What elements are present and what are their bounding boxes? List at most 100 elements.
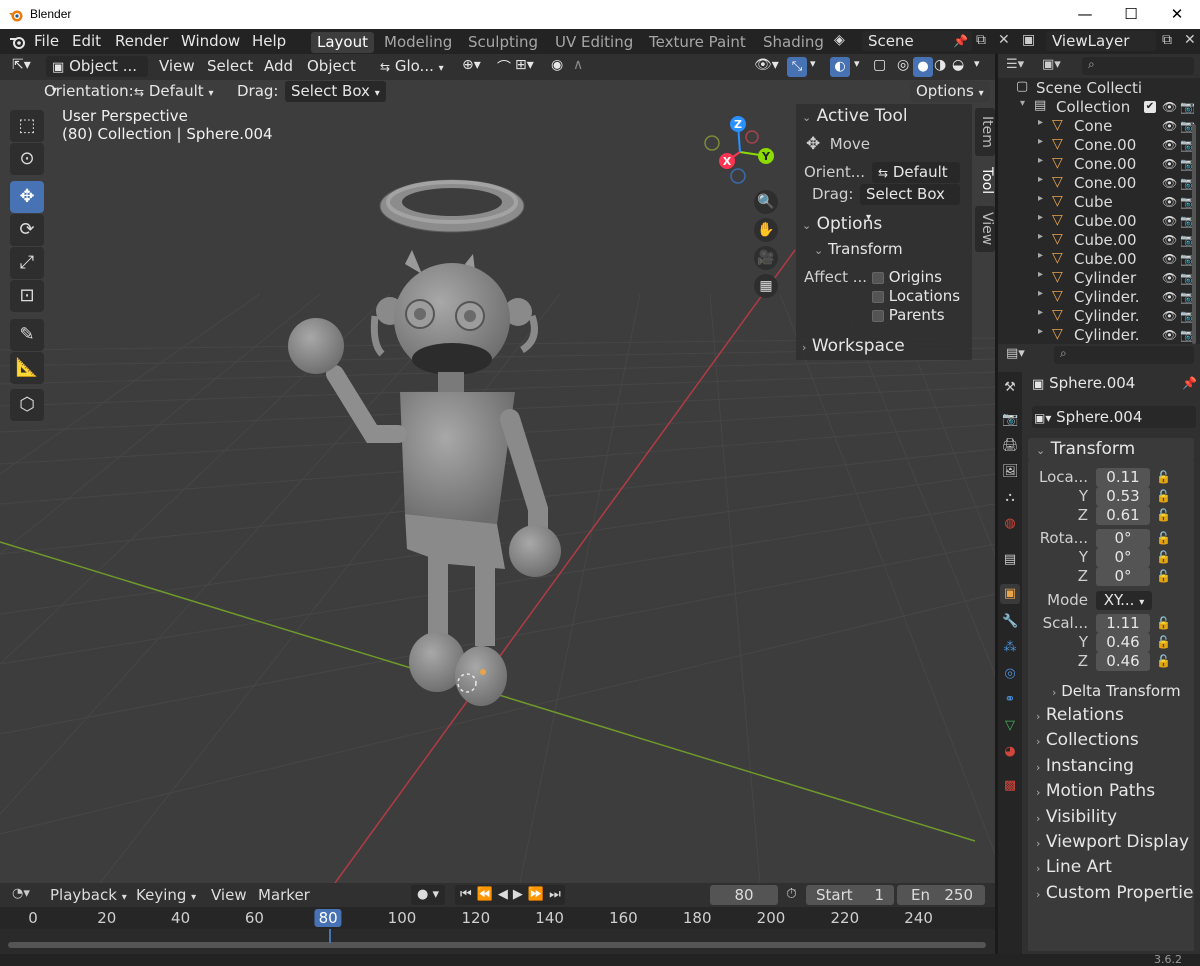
timeline-scrollbar[interactable] — [8, 942, 986, 948]
orient-dropdown[interactable]: ⇆ Default ▾ — [872, 162, 960, 202]
minimize-button[interactable]: — — [1062, 0, 1108, 29]
stopwatch-icon[interactable]: ⏱ — [786, 886, 797, 902]
timeline-menu-view[interactable]: View — [211, 886, 247, 904]
viewlayer-icon[interactable]: ▣ — [1022, 32, 1035, 48]
workspace-section-header[interactable]: › Workspace — [802, 336, 905, 356]
timeline-menu-marker[interactable]: Marker — [258, 886, 310, 904]
lock-icon[interactable]: 🔓 — [1156, 489, 1171, 503]
chevron-right-icon[interactable]: ▸ — [1038, 174, 1043, 185]
move-tool-icon[interactable]: ✥ — [10, 181, 44, 213]
blender-menu-icon[interactable] — [8, 34, 28, 50]
outliner-item[interactable]: ▸ ▽ Cylinder. 👁 📷 — [998, 326, 1200, 344]
object-data-field[interactable]: ▣▾ Sphere.004 — [1032, 406, 1196, 428]
snap-icon[interactable]: ⌒ — [497, 57, 511, 77]
scene-name-field[interactable]: Scene 📌 — [862, 31, 972, 51]
measure-tool-icon[interactable]: 📐 — [10, 352, 44, 384]
outliner-scrollbar[interactable] — [1192, 124, 1196, 344]
lock-icon[interactable]: 🔓 — [1156, 550, 1171, 564]
zoom-icon[interactable]: 🔍 — [754, 190, 778, 214]
tab-layout[interactable]: Layout — [311, 32, 374, 53]
properties-search-input[interactable]: ⌕ — [1054, 346, 1194, 364]
start-frame-field[interactable]: Start 1 — [806, 885, 894, 905]
eye-icon[interactable]: 👁 — [1162, 214, 1177, 228]
eye-icon[interactable]: 👁 — [1162, 328, 1177, 342]
outliner-item[interactable]: ▸ ▽ Cone 👁 📷 — [998, 117, 1200, 136]
next-keyframe-icon[interactable]: ⏩ — [528, 887, 549, 902]
prev-keyframe-icon[interactable]: ⏪ — [477, 887, 498, 902]
delete-scene-icon[interactable]: ✕ — [998, 32, 1010, 48]
drag-dropdown[interactable]: Select Box ▾ — [285, 81, 386, 102]
outliner-search-input[interactable]: ⌕ — [1082, 57, 1194, 75]
outliner-item[interactable]: ▸ ▽ Cylinder. 👁 📷 — [998, 288, 1200, 307]
outliner-item[interactable]: ▸ ▽ Cube.00 👁 📷 — [998, 231, 1200, 250]
jump-end-icon[interactable]: ⏭ — [549, 887, 566, 902]
eye-icon[interactable]: 👁 — [1162, 176, 1177, 190]
chevron-right-icon[interactable]: ▸ — [1038, 155, 1043, 166]
property-section-header[interactable]: › Viewport Display — [1028, 831, 1194, 854]
chevron-right-icon[interactable]: ▸ — [1038, 307, 1043, 318]
snap-target-icon[interactable]: ⊞▾ — [515, 57, 534, 73]
neg-y-axis-icon[interactable] — [704, 135, 720, 151]
chevron-right-icon[interactable]: ▸ — [1038, 212, 1043, 223]
eye-icon[interactable]: 👁 — [1162, 290, 1177, 304]
pin-icon[interactable]: 📌 — [1182, 376, 1197, 390]
scene-tab-icon[interactable]: ⛬ — [1002, 490, 1018, 506]
timeline-ruler[interactable]: 0 20 40 60 80 100 120 140 160 180 200 220 240 — [0, 907, 995, 929]
menu-file[interactable]: File — [34, 32, 59, 50]
overlay-toggle-icon[interactable]: ◐ — [830, 57, 850, 77]
outliner-item[interactable]: ▸ ▽ Cone.00 👁 📷 — [998, 136, 1200, 155]
timeline-editor-icon[interactable]: ◔▾ — [12, 886, 30, 901]
chevron-right-icon[interactable]: ▸ — [1038, 326, 1043, 337]
transform-section-header[interactable]: ⌄ Transform — [1028, 438, 1194, 461]
tab-sculpting[interactable]: Sculpting — [468, 33, 538, 51]
chevron-right-icon[interactable]: ▸ — [1038, 193, 1043, 204]
area-divider[interactable] — [995, 54, 998, 954]
location-y-field[interactable]: 0.53 — [1096, 487, 1150, 506]
display-mode-icon[interactable]: ▣▾ — [1042, 57, 1061, 72]
rendered-shading-icon[interactable]: ◒ — [952, 57, 964, 73]
location-x-field[interactable]: 0.11 — [1096, 468, 1150, 487]
scale-x-field[interactable]: 1.11 — [1096, 614, 1150, 633]
editor-type-icon[interactable]: ⇱▾ — [12, 57, 31, 73]
scene-collection-row[interactable]: ▢ Scene Collecti — [998, 79, 1200, 98]
physics-tab-icon[interactable]: ◎ — [1002, 666, 1018, 682]
collection-checkbox-icon[interactable]: ✔ — [1144, 101, 1156, 113]
collection-row[interactable]: ▾ ▤ Collection ✔ 👁 📷 — [998, 98, 1200, 117]
world-tab-icon[interactable]: ◍ — [1002, 516, 1018, 532]
lock-icon[interactable]: 🔓 — [1156, 508, 1171, 522]
property-section-header[interactable]: › Line Art — [1028, 856, 1194, 880]
outliner-item[interactable]: ▸ ▽ Cylinder. 👁 📷 — [998, 307, 1200, 326]
visibility-icon[interactable]: 👁▾ — [754, 57, 779, 73]
rotation-mode-dropdown[interactable]: XY... ▾ — [1096, 591, 1152, 610]
material-tab-icon[interactable]: ◕ — [1002, 744, 1018, 760]
play-icon[interactable]: ▶ — [513, 887, 528, 902]
annotate-tool-icon[interactable]: ✎ — [10, 319, 44, 351]
location-z-field[interactable]: 0.61 — [1096, 506, 1150, 525]
render-tab-icon[interactable]: 📷 — [1002, 412, 1018, 428]
outliner-editor-icon[interactable]: ☰▾ — [1006, 57, 1024, 72]
transform-subsection-header[interactable]: ⌄ Transform — [814, 240, 903, 258]
chevron-right-icon[interactable]: ▸ — [1038, 231, 1043, 242]
view-layer-tab-icon[interactable]: 🖼 — [1002, 464, 1019, 480]
lock-icon[interactable]: 🔓 — [1156, 531, 1171, 545]
gizmo-toggle-icon[interactable]: ⤡ — [787, 57, 807, 77]
gizmo-dropdown-icon[interactable]: ▾ — [810, 57, 816, 70]
menu-help[interactable]: Help — [252, 32, 286, 50]
rotation-x-field[interactable]: 0° — [1096, 529, 1150, 548]
affect-parents-checkbox[interactable]: Parents — [872, 306, 945, 324]
drag-dropdown[interactable]: Select Box ▾ — [860, 184, 960, 223]
move-tool-row[interactable]: ✥ Move — [806, 134, 870, 154]
active-tool-header[interactable]: ⌄ Active Tool — [802, 106, 908, 126]
overlay-dropdown-icon[interactable]: ▾ — [854, 57, 860, 70]
rotation-y-field[interactable]: 0° — [1096, 548, 1150, 567]
camera-render-icon[interactable]: 📷 — [1180, 100, 1195, 114]
lock-icon[interactable]: 🔓 — [1156, 654, 1171, 668]
tab-view[interactable]: View — [975, 206, 995, 252]
new-scene-icon[interactable]: ⧉ — [976, 32, 986, 48]
viewport-menu-add[interactable]: Add — [264, 57, 293, 75]
add-cube-tool-icon[interactable]: ⬡ — [10, 389, 44, 421]
tab-modeling[interactable]: Modeling — [384, 33, 452, 51]
menu-render[interactable]: Render — [115, 32, 168, 50]
rotation-z-field[interactable]: 0° — [1096, 567, 1150, 586]
chevron-right-icon[interactable]: ▸ — [1038, 117, 1043, 128]
